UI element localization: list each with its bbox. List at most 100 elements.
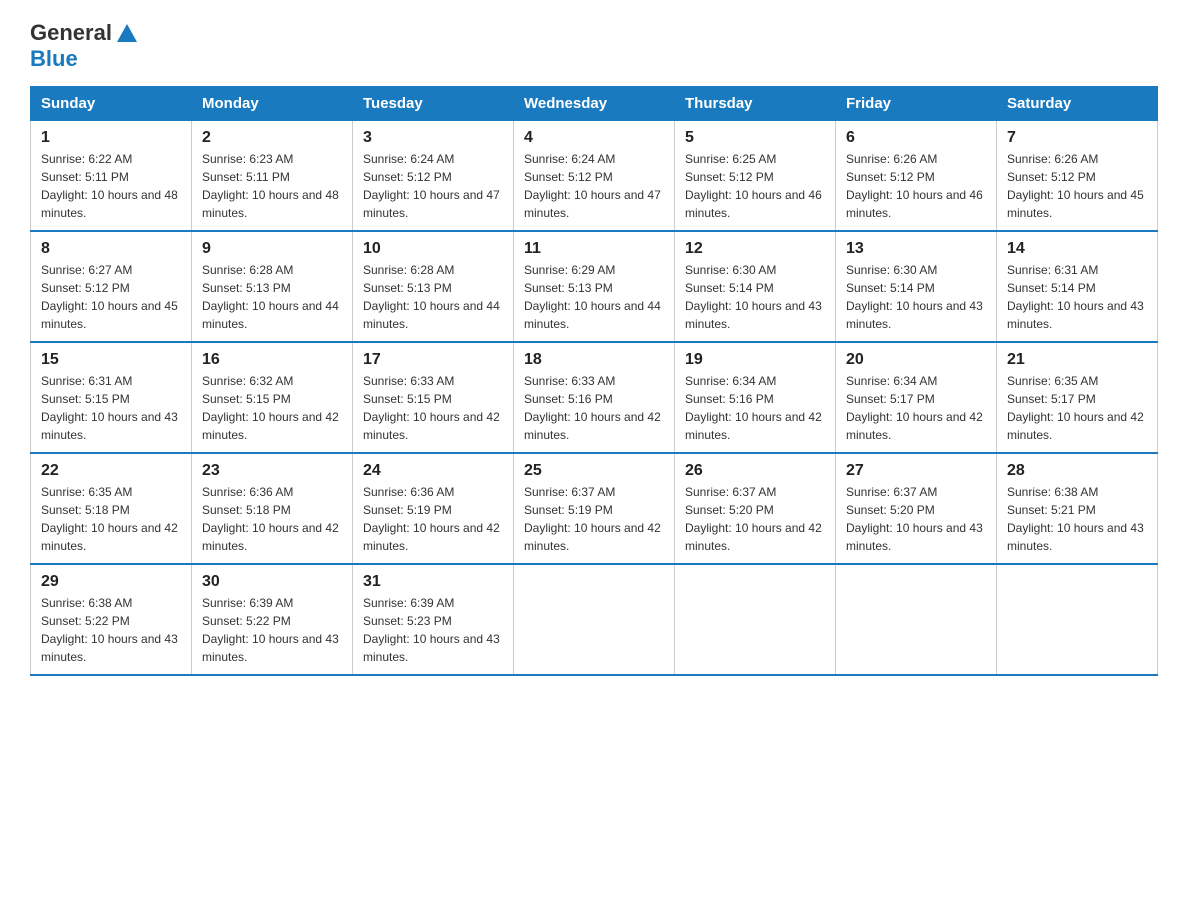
calendar-table: SundayMondayTuesdayWednesdayThursdayFrid… bbox=[30, 86, 1158, 676]
day-number: 15 bbox=[41, 351, 181, 369]
calendar-day-cell: 20 Sunrise: 6:34 AMSunset: 5:17 PMDaylig… bbox=[836, 342, 997, 453]
day-detail: Sunrise: 6:28 AMSunset: 5:13 PMDaylight:… bbox=[363, 263, 500, 331]
calendar-day-cell: 8 Sunrise: 6:27 AMSunset: 5:12 PMDayligh… bbox=[31, 231, 192, 342]
day-detail: Sunrise: 6:24 AMSunset: 5:12 PMDaylight:… bbox=[363, 152, 500, 220]
day-detail: Sunrise: 6:32 AMSunset: 5:15 PMDaylight:… bbox=[202, 374, 339, 442]
calendar-day-cell: 3 Sunrise: 6:24 AMSunset: 5:12 PMDayligh… bbox=[353, 121, 514, 232]
weekday-header-sunday: Sunday bbox=[31, 87, 192, 121]
day-number: 2 bbox=[202, 129, 342, 147]
day-number: 21 bbox=[1007, 351, 1147, 369]
calendar-day-cell: 17 Sunrise: 6:33 AMSunset: 5:15 PMDaylig… bbox=[353, 342, 514, 453]
calendar-day-cell: 13 Sunrise: 6:30 AMSunset: 5:14 PMDaylig… bbox=[836, 231, 997, 342]
weekday-header-thursday: Thursday bbox=[675, 87, 836, 121]
calendar-day-cell bbox=[514, 564, 675, 675]
calendar-day-cell: 12 Sunrise: 6:30 AMSunset: 5:14 PMDaylig… bbox=[675, 231, 836, 342]
calendar-day-cell: 15 Sunrise: 6:31 AMSunset: 5:15 PMDaylig… bbox=[31, 342, 192, 453]
day-number: 17 bbox=[363, 351, 503, 369]
title-block bbox=[138, 20, 1158, 24]
weekday-header-monday: Monday bbox=[192, 87, 353, 121]
day-detail: Sunrise: 6:38 AMSunset: 5:21 PMDaylight:… bbox=[1007, 485, 1144, 553]
day-number: 27 bbox=[846, 462, 986, 480]
calendar-day-cell: 6 Sunrise: 6:26 AMSunset: 5:12 PMDayligh… bbox=[836, 121, 997, 232]
day-detail: Sunrise: 6:31 AMSunset: 5:15 PMDaylight:… bbox=[41, 374, 178, 442]
day-number: 25 bbox=[524, 462, 664, 480]
calendar-day-cell: 9 Sunrise: 6:28 AMSunset: 5:13 PMDayligh… bbox=[192, 231, 353, 342]
calendar-week-row: 1 Sunrise: 6:22 AMSunset: 5:11 PMDayligh… bbox=[31, 121, 1158, 232]
day-number: 31 bbox=[363, 573, 503, 591]
day-number: 14 bbox=[1007, 240, 1147, 258]
calendar-week-row: 15 Sunrise: 6:31 AMSunset: 5:15 PMDaylig… bbox=[31, 342, 1158, 453]
day-number: 10 bbox=[363, 240, 503, 258]
day-detail: Sunrise: 6:38 AMSunset: 5:22 PMDaylight:… bbox=[41, 596, 178, 664]
day-detail: Sunrise: 6:30 AMSunset: 5:14 PMDaylight:… bbox=[685, 263, 822, 331]
day-number: 26 bbox=[685, 462, 825, 480]
calendar-day-cell: 10 Sunrise: 6:28 AMSunset: 5:13 PMDaylig… bbox=[353, 231, 514, 342]
calendar-day-cell: 7 Sunrise: 6:26 AMSunset: 5:12 PMDayligh… bbox=[997, 121, 1158, 232]
calendar-day-cell: 29 Sunrise: 6:38 AMSunset: 5:22 PMDaylig… bbox=[31, 564, 192, 675]
day-number: 3 bbox=[363, 129, 503, 147]
day-detail: Sunrise: 6:34 AMSunset: 5:16 PMDaylight:… bbox=[685, 374, 822, 442]
calendar-day-cell: 30 Sunrise: 6:39 AMSunset: 5:22 PMDaylig… bbox=[192, 564, 353, 675]
calendar-day-cell: 1 Sunrise: 6:22 AMSunset: 5:11 PMDayligh… bbox=[31, 121, 192, 232]
calendar-day-cell: 14 Sunrise: 6:31 AMSunset: 5:14 PMDaylig… bbox=[997, 231, 1158, 342]
day-detail: Sunrise: 6:39 AMSunset: 5:22 PMDaylight:… bbox=[202, 596, 339, 664]
calendar-day-cell: 28 Sunrise: 6:38 AMSunset: 5:21 PMDaylig… bbox=[997, 453, 1158, 564]
logo-triangle-icon bbox=[116, 22, 138, 44]
day-number: 5 bbox=[685, 129, 825, 147]
day-number: 1 bbox=[41, 129, 181, 147]
day-detail: Sunrise: 6:29 AMSunset: 5:13 PMDaylight:… bbox=[524, 263, 661, 331]
calendar-day-cell: 26 Sunrise: 6:37 AMSunset: 5:20 PMDaylig… bbox=[675, 453, 836, 564]
day-number: 22 bbox=[41, 462, 181, 480]
day-detail: Sunrise: 6:35 AMSunset: 5:18 PMDaylight:… bbox=[41, 485, 178, 553]
day-detail: Sunrise: 6:37 AMSunset: 5:19 PMDaylight:… bbox=[524, 485, 661, 553]
calendar-day-cell: 31 Sunrise: 6:39 AMSunset: 5:23 PMDaylig… bbox=[353, 564, 514, 675]
day-detail: Sunrise: 6:28 AMSunset: 5:13 PMDaylight:… bbox=[202, 263, 339, 331]
logo-label-general: General bbox=[30, 20, 112, 46]
day-detail: Sunrise: 6:37 AMSunset: 5:20 PMDaylight:… bbox=[685, 485, 822, 553]
calendar-day-cell bbox=[997, 564, 1158, 675]
calendar-day-cell bbox=[836, 564, 997, 675]
weekday-header-friday: Friday bbox=[836, 87, 997, 121]
calendar-week-row: 8 Sunrise: 6:27 AMSunset: 5:12 PMDayligh… bbox=[31, 231, 1158, 342]
day-number: 18 bbox=[524, 351, 664, 369]
day-detail: Sunrise: 6:35 AMSunset: 5:17 PMDaylight:… bbox=[1007, 374, 1144, 442]
day-detail: Sunrise: 6:34 AMSunset: 5:17 PMDaylight:… bbox=[846, 374, 983, 442]
day-detail: Sunrise: 6:33 AMSunset: 5:16 PMDaylight:… bbox=[524, 374, 661, 442]
calendar-week-row: 22 Sunrise: 6:35 AMSunset: 5:18 PMDaylig… bbox=[31, 453, 1158, 564]
day-detail: Sunrise: 6:24 AMSunset: 5:12 PMDaylight:… bbox=[524, 152, 661, 220]
day-detail: Sunrise: 6:33 AMSunset: 5:15 PMDaylight:… bbox=[363, 374, 500, 442]
day-detail: Sunrise: 6:22 AMSunset: 5:11 PMDaylight:… bbox=[41, 152, 178, 220]
calendar-day-cell: 27 Sunrise: 6:37 AMSunset: 5:20 PMDaylig… bbox=[836, 453, 997, 564]
calendar-day-cell: 11 Sunrise: 6:29 AMSunset: 5:13 PMDaylig… bbox=[514, 231, 675, 342]
weekday-header-wednesday: Wednesday bbox=[514, 87, 675, 121]
day-number: 23 bbox=[202, 462, 342, 480]
day-number: 7 bbox=[1007, 129, 1147, 147]
day-number: 11 bbox=[524, 240, 664, 258]
weekday-header-tuesday: Tuesday bbox=[353, 87, 514, 121]
day-detail: Sunrise: 6:25 AMSunset: 5:12 PMDaylight:… bbox=[685, 152, 822, 220]
calendar-day-cell: 4 Sunrise: 6:24 AMSunset: 5:12 PMDayligh… bbox=[514, 121, 675, 232]
calendar-day-cell: 2 Sunrise: 6:23 AMSunset: 5:11 PMDayligh… bbox=[192, 121, 353, 232]
day-detail: Sunrise: 6:36 AMSunset: 5:19 PMDaylight:… bbox=[363, 485, 500, 553]
logo-blue-label: Blue bbox=[30, 46, 78, 72]
day-detail: Sunrise: 6:23 AMSunset: 5:11 PMDaylight:… bbox=[202, 152, 339, 220]
day-detail: Sunrise: 6:27 AMSunset: 5:12 PMDaylight:… bbox=[41, 263, 178, 331]
day-detail: Sunrise: 6:37 AMSunset: 5:20 PMDaylight:… bbox=[846, 485, 983, 553]
calendar-day-cell: 16 Sunrise: 6:32 AMSunset: 5:15 PMDaylig… bbox=[192, 342, 353, 453]
calendar-day-cell: 25 Sunrise: 6:37 AMSunset: 5:19 PMDaylig… bbox=[514, 453, 675, 564]
day-number: 9 bbox=[202, 240, 342, 258]
calendar-day-cell: 18 Sunrise: 6:33 AMSunset: 5:16 PMDaylig… bbox=[514, 342, 675, 453]
calendar-day-cell bbox=[675, 564, 836, 675]
day-number: 30 bbox=[202, 573, 342, 591]
day-number: 8 bbox=[41, 240, 181, 258]
day-number: 4 bbox=[524, 129, 664, 147]
calendar-day-cell: 22 Sunrise: 6:35 AMSunset: 5:18 PMDaylig… bbox=[31, 453, 192, 564]
calendar-day-cell: 5 Sunrise: 6:25 AMSunset: 5:12 PMDayligh… bbox=[675, 121, 836, 232]
day-number: 6 bbox=[846, 129, 986, 147]
weekday-header-row: SundayMondayTuesdayWednesdayThursdayFrid… bbox=[31, 87, 1158, 121]
day-detail: Sunrise: 6:36 AMSunset: 5:18 PMDaylight:… bbox=[202, 485, 339, 553]
page-header: General Blue bbox=[30, 20, 1158, 72]
day-detail: Sunrise: 6:39 AMSunset: 5:23 PMDaylight:… bbox=[363, 596, 500, 664]
day-number: 19 bbox=[685, 351, 825, 369]
calendar-day-cell: 23 Sunrise: 6:36 AMSunset: 5:18 PMDaylig… bbox=[192, 453, 353, 564]
